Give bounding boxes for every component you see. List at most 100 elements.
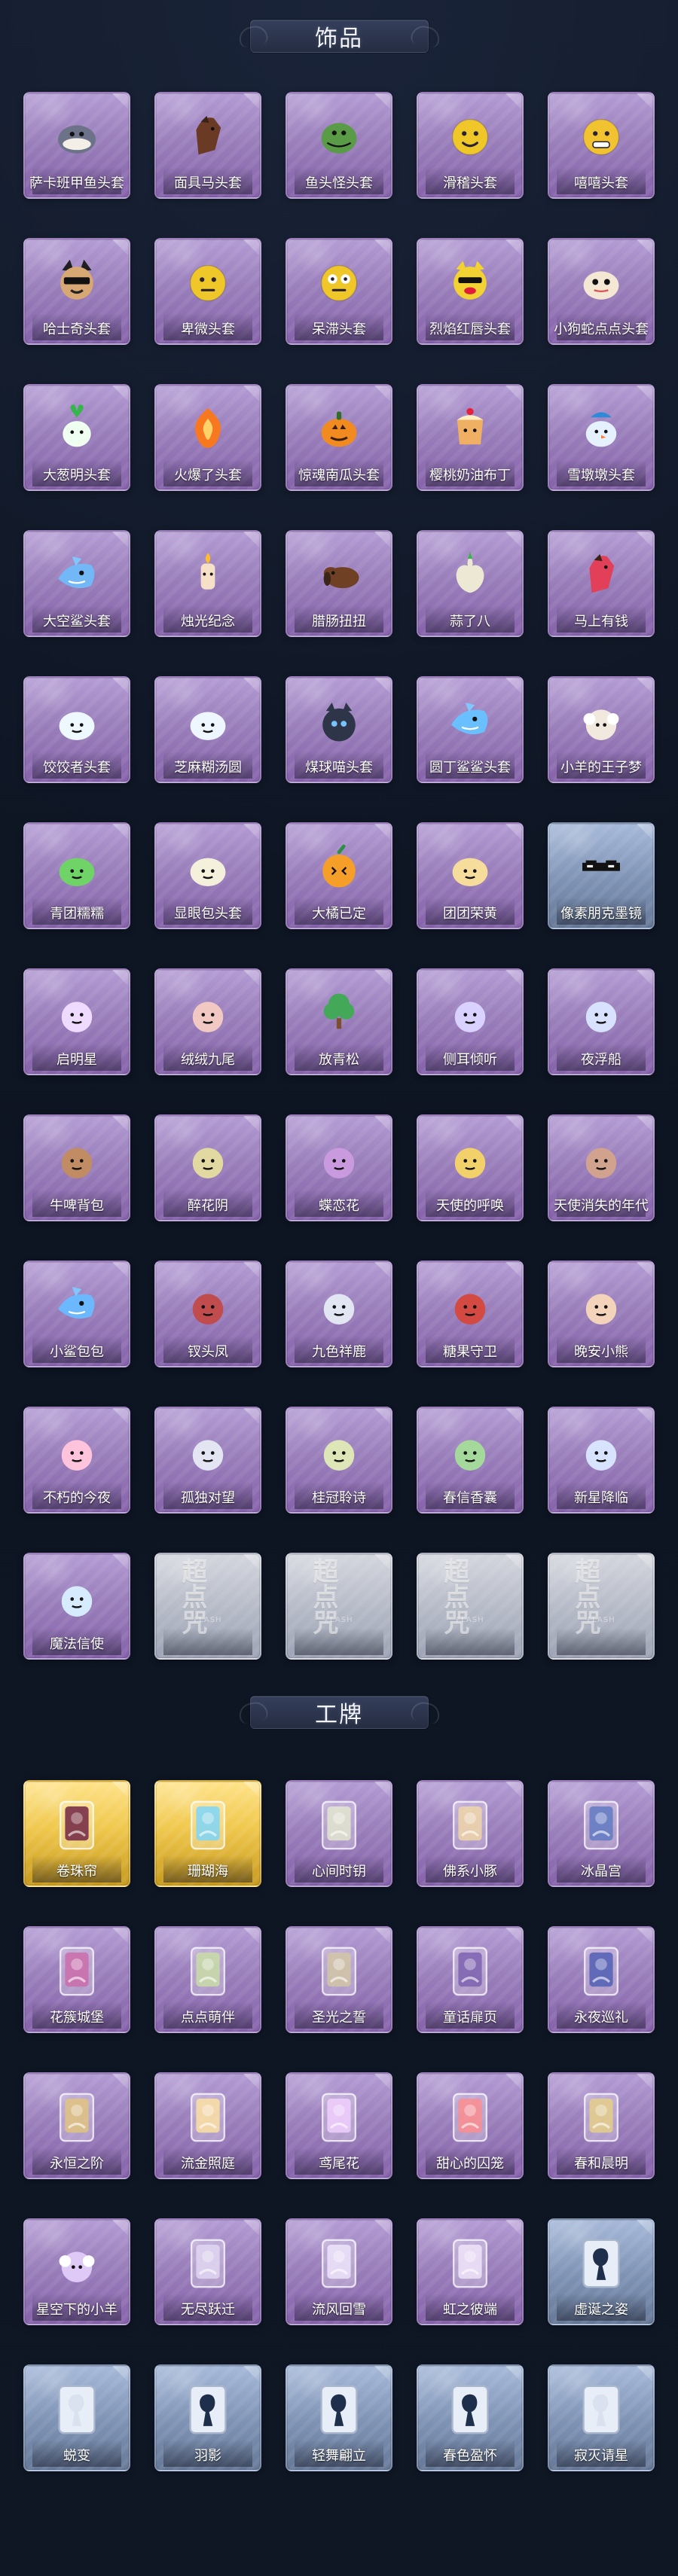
corner-leaf-icon (243, 1554, 260, 1571)
accessories-item-card[interactable]: 饺饺者头套 (23, 676, 130, 783)
accessories-item-card[interactable]: 烈焰红唇头套 (417, 238, 524, 345)
accessories-item-card[interactable]: 面具马头套 (154, 92, 261, 199)
badges-item-card[interactable]: 鸢尾花 (286, 2072, 392, 2179)
accessories-item-card[interactable]: 圆丁鲨鲨头套 (417, 676, 524, 783)
accessories-item-card[interactable]: 马上有钱 (548, 530, 655, 637)
accessories-item-card[interactable]: 启明星 (23, 968, 130, 1075)
badges-item-card[interactable]: 心间时钥 (286, 1780, 392, 1887)
corner-leaf-icon (374, 1928, 391, 1944)
badges-item-card[interactable]: 珊瑚海 (154, 1780, 261, 1887)
corner-leaf-icon (243, 2366, 260, 2382)
accessories-item-card[interactable]: 蝶恋花 (286, 1114, 392, 1221)
star-charm-icon (572, 1422, 631, 1481)
accessories-item-card[interactable]: 哈士奇头套 (23, 238, 130, 345)
badges-item-card[interactable]: 童话扉页 (417, 1926, 524, 2033)
accessories-item-card[interactable]: 显眼包头套 (154, 822, 261, 929)
accessories-item-card[interactable]: 超点咒 FLASH (548, 1553, 655, 1660)
badges-item-card[interactable]: 虚诞之姿 (548, 2218, 655, 2325)
badges-item-card[interactable]: 冰晶宫 (548, 1780, 655, 1887)
accessories-item-card[interactable]: 鱼头怪头套 (286, 92, 392, 199)
accessories-item-card[interactable]: 像素朋克墨镜 (548, 822, 655, 929)
accessories-item-card[interactable]: 萨卡班甲鱼头套 (23, 92, 130, 199)
accessories-item-card[interactable]: 惊魂南瓜头套 (286, 384, 392, 491)
accessories-item-card[interactable]: 腊肠扭扭 (286, 530, 392, 637)
badge-silhouette-c-icon (179, 2380, 237, 2439)
badges-item-card[interactable]: 佛系小豚 (417, 1780, 524, 1887)
accessories-item-card[interactable]: 新星降临 (548, 1407, 655, 1514)
accessories-item-card[interactable]: 蒜了八 (417, 530, 524, 637)
badges-item-card[interactable]: 永夜巡礼 (548, 1926, 655, 2033)
badges-item-card[interactable]: 无尽跃迁 (154, 2218, 261, 2325)
accessories-item-card[interactable]: 放青松 (286, 968, 392, 1075)
placeholder-watermark: 超点咒 (182, 1557, 209, 1639)
accessories-item-card[interactable]: 青团糯糯 (23, 822, 130, 929)
accessories-item-card[interactable]: 大空鲨头套 (23, 530, 130, 637)
badges-item-card[interactable]: 卷珠帘 (23, 1780, 130, 1887)
accessories-item-card[interactable]: 侧耳倾听 (417, 968, 524, 1075)
accessories-item-card[interactable]: 樱桃奶油布丁 (417, 384, 524, 491)
accessories-item-label: 新星降临 (574, 1491, 628, 1506)
badges-item-card[interactable]: 永恒之阶 (23, 2072, 130, 2179)
accessories-item-card[interactable]: 不朽的今夜 (23, 1407, 130, 1514)
accessories-item-card[interactable]: 牛啤背包 (23, 1114, 130, 1221)
badges-item-card[interactable]: 寂灭请星 (548, 2364, 655, 2471)
corner-leaf-icon (505, 386, 522, 402)
corner-leaf-icon (637, 2074, 653, 2090)
badges-item-label: 蜕变 (63, 2449, 90, 2464)
badges-item-card[interactable]: 圣光之誓 (286, 1926, 392, 2033)
badges-item-card[interactable]: 蜕变 (23, 2364, 130, 2471)
accessories-item-card[interactable]: 天使的呼唤 (417, 1114, 524, 1221)
accessories-item-card[interactable]: 绒绒九尾 (154, 968, 261, 1075)
accessories-item-card[interactable]: 晚安小熊 (548, 1261, 655, 1367)
accessories-item-card[interactable]: 大橘已定 (286, 822, 392, 929)
accessories-item-card[interactable]: 煤球喵头套 (286, 676, 392, 783)
accessories-item-card[interactable]: 夜浮船 (548, 968, 655, 1075)
accessories-item-card[interactable]: 魔法信使 (23, 1553, 130, 1660)
corner-leaf-icon (637, 93, 653, 110)
badges-item-card[interactable]: 流金照庭 (154, 2072, 261, 2179)
corner-leaf-icon (243, 2074, 260, 2090)
accessories-item-card[interactable]: 小狗蛇点点头套 (548, 238, 655, 345)
accessories-item-card[interactable]: 桂冠聆诗 (286, 1407, 392, 1514)
accessories-item-card[interactable]: 醉花阴 (154, 1114, 261, 1221)
badges-item-card[interactable]: 羽影 (154, 2364, 261, 2471)
accessories-item-card[interactable]: 孤独对望 (154, 1407, 261, 1514)
badges-item-card[interactable]: 星空下的小羊 (23, 2218, 130, 2325)
accessories-item-card[interactable]: 团团荣黄 (417, 822, 524, 929)
accessories-item-card[interactable]: 钗头凤 (154, 1261, 261, 1367)
accessories-item-card[interactable]: 嘻嘻头套 (548, 92, 655, 199)
accessories-item-card[interactable]: 超点咒 FLASH (154, 1553, 261, 1660)
badges-item-card[interactable]: 流风回雪 (286, 2218, 392, 2325)
accessories-item-card[interactable]: 烛光纪念 (154, 530, 261, 637)
badges-item-card[interactable]: 轻舞翩立 (286, 2364, 392, 2471)
corner-leaf-icon (637, 824, 653, 840)
accessories-item-card[interactable]: 天使消失的年代 (548, 1114, 655, 1221)
accessories-item-card[interactable]: 超点咒 FLASH (417, 1553, 524, 1660)
badges-item-card[interactable]: 花簇城堡 (23, 1926, 130, 2033)
accessories-item-card[interactable]: 糖果守卫 (417, 1261, 524, 1367)
badges-item-card[interactable]: 虹之彼端 (417, 2218, 524, 2325)
accessories-item-label: 启明星 (56, 1053, 97, 1068)
bear-charm-icon (572, 1276, 631, 1335)
badges-item-label: 虚诞之姿 (574, 2303, 628, 2318)
accessories-item-card[interactable]: 卑微头套 (154, 238, 261, 345)
badges-item-label: 无尽跃迁 (181, 2303, 235, 2318)
accessories-item-card[interactable]: 大葱明头套 (23, 384, 130, 491)
badges-item-card[interactable]: 点点萌伴 (154, 1926, 261, 2033)
accessories-item-card[interactable]: 春信香囊 (417, 1407, 524, 1514)
accessories-item-card[interactable]: 滑稽头套 (417, 92, 524, 199)
badges-item-card[interactable]: 春和晨明 (548, 2072, 655, 2179)
accessories-item-card[interactable]: 小鲨包包 (23, 1261, 130, 1367)
accessories-item-card[interactable]: 超点咒 FLASH (286, 1553, 392, 1660)
accessories-item-card[interactable]: 九色祥鹿 (286, 1261, 392, 1367)
corner-leaf-icon (112, 239, 129, 256)
accessories-item-card[interactable]: 火爆了头套 (154, 384, 261, 491)
badges-item-card[interactable]: 春色盈怀 (417, 2364, 524, 2471)
badges-item-card[interactable]: 甜心的囚笼 (417, 2072, 524, 2179)
accessories-item-label: 牛啤背包 (50, 1199, 104, 1214)
accessories-item-label: 晚安小熊 (574, 1345, 628, 1360)
accessories-item-card[interactable]: 雪墩墩头套 (548, 384, 655, 491)
accessories-item-card[interactable]: 芝麻糊汤圆 (154, 676, 261, 783)
accessories-item-card[interactable]: 呆滞头套 (286, 238, 392, 345)
accessories-item-card[interactable]: 小羊的王子梦 (548, 676, 655, 783)
